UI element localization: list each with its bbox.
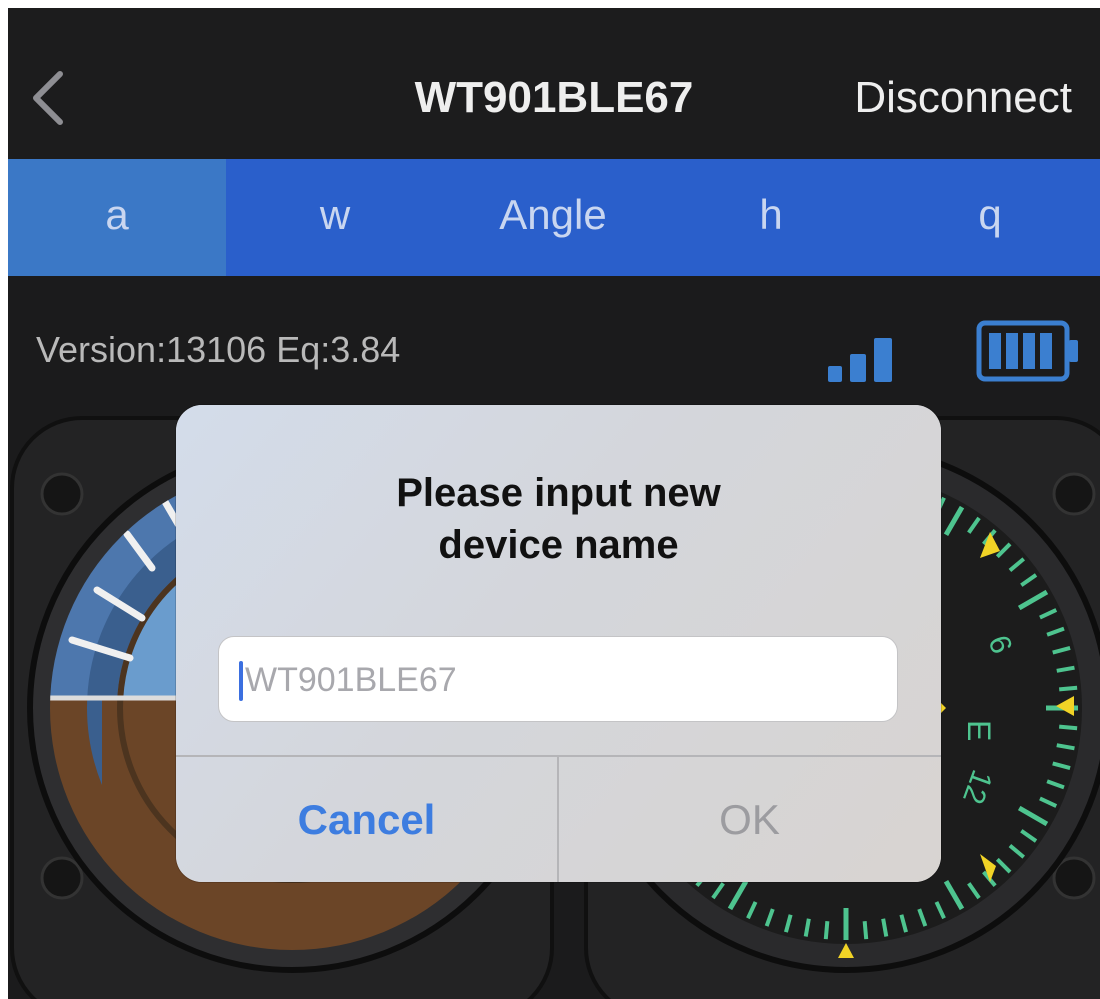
compass-tick (1059, 724, 1078, 731)
dialog-title: Please input new device name (176, 467, 941, 571)
version-status-text: Version:13106 Eq:3.84 (36, 329, 401, 370)
rename-device-dialog: Please input new device name Cancel OK (176, 405, 941, 882)
disconnect-button[interactable]: Disconnect (854, 70, 1072, 126)
app-screen: WT901BLE67 Disconnect a w Angle h q Vers… (8, 8, 1100, 999)
compass-tick (1059, 685, 1078, 692)
dialog-title-line-1: Please input new (396, 471, 721, 515)
tab-w[interactable]: w (226, 159, 444, 276)
signal-bars-icon (828, 338, 892, 382)
chevron-left-icon (33, 71, 63, 125)
tab-a[interactable]: a (8, 159, 226, 276)
tab-angle[interactable]: Angle (444, 159, 662, 276)
device-name-input[interactable] (245, 637, 885, 723)
tab-bar: a w Angle h q (8, 159, 1100, 276)
ok-button[interactable]: OK (559, 757, 940, 882)
device-name-field[interactable] (218, 636, 898, 723)
compass-tick (862, 921, 869, 940)
navigation-bar: WT901BLE67 Disconnect (8, 8, 1100, 159)
tab-h[interactable]: h (662, 159, 880, 276)
compass-tick (823, 921, 830, 940)
text-caret (239, 661, 243, 701)
tab-q[interactable]: q (880, 159, 1100, 276)
battery-full-icon (976, 320, 1078, 382)
compass-label-e: E (961, 720, 997, 741)
cancel-button[interactable]: Cancel (176, 757, 557, 882)
dialog-title-line-2: device name (438, 523, 679, 567)
back-button[interactable] (26, 68, 72, 128)
